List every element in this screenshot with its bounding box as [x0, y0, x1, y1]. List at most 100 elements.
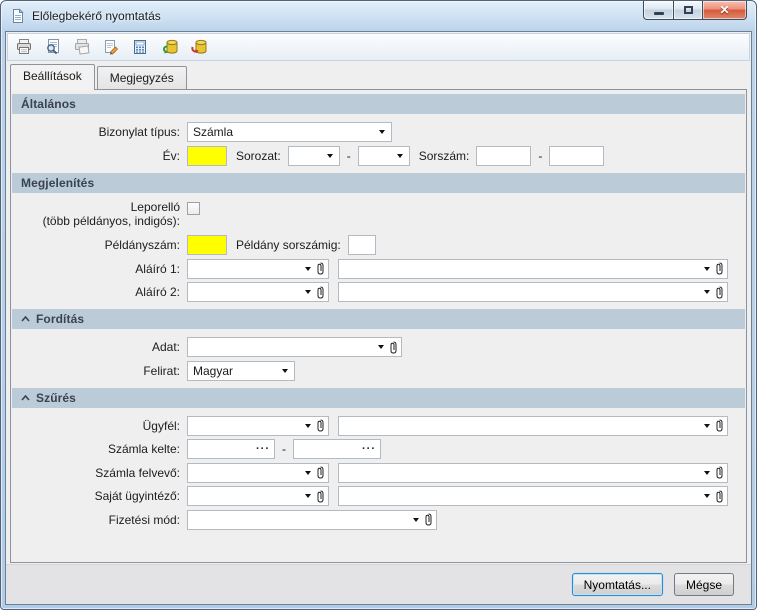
payment-method-select[interactable] [187, 509, 437, 530]
signer1-label: Aláíró 1: [135, 261, 180, 276]
customer-name-select[interactable] [338, 415, 728, 436]
toolbar [7, 33, 750, 61]
caption-label: Felirat: [143, 363, 180, 378]
leporello-row: Leporelló (több példányos, indigós): [11, 200, 738, 233]
paperclip-icon[interactable] [424, 513, 433, 526]
section-title-translation: Fordítás [36, 312, 85, 326]
paperclip-icon[interactable] [715, 419, 724, 432]
print-button[interactable]: Nyomtatás... [571, 573, 663, 596]
invoice-clerk-name-select[interactable] [338, 462, 728, 483]
copies-row: Példányszám: Példány sorszámig: [11, 234, 738, 256]
paperclip-icon[interactable] [316, 286, 325, 299]
section-title-display: Megjelenítés [21, 175, 95, 190]
signer2-code-select[interactable] [187, 282, 329, 302]
document-icon [13, 8, 24, 23]
chevron-down-icon [704, 494, 710, 498]
invoice-clerk-code-select[interactable] [187, 462, 329, 483]
series-from-select[interactable] [287, 145, 340, 166]
chevron-down-icon [305, 423, 311, 428]
copies-input[interactable] [187, 235, 227, 255]
cancel-button[interactable]: Mégse [673, 573, 734, 596]
customer-row: Ügyfél: [11, 415, 738, 437]
close-icon: ✕ [719, 3, 730, 17]
date-picker-button[interactable]: ··· [256, 444, 270, 455]
section-header-display: Megjelenítés [12, 172, 745, 193]
paperclip-icon[interactable] [316, 262, 325, 275]
paperclip-icon[interactable] [316, 490, 325, 503]
paperclip-icon[interactable] [715, 262, 724, 275]
chevron-down-icon [305, 494, 311, 498]
chevron-down-icon [704, 470, 710, 475]
invoice-date-from-input[interactable]: ··· [187, 439, 275, 459]
paperclip-icon[interactable] [715, 490, 724, 503]
database-export-toolbar-button[interactable] [187, 36, 209, 58]
document-type-select[interactable]: Számla [187, 122, 392, 142]
serial-range-separator: - [538, 148, 543, 163]
chevron-down-icon [305, 266, 311, 271]
document-type-value: Számla [193, 125, 234, 139]
document-type-row: Bizonylat típus: Számla [11, 121, 738, 143]
window-controls: ✕ [643, 1, 747, 20]
window-title: Előlegbekérő nyomtatás [32, 9, 161, 23]
chevron-down-icon [378, 345, 384, 349]
chevron-down-icon [704, 290, 710, 294]
chevron-down-icon [413, 517, 419, 522]
series-label: Sorozat: [236, 148, 281, 163]
signer1-code-select[interactable] [187, 258, 329, 279]
restore-button[interactable] [673, 1, 702, 20]
series-to-select[interactable] [357, 145, 410, 166]
invoice-clerk-label: Számla felvevő: [95, 465, 180, 480]
paperclip-icon[interactable] [316, 466, 325, 479]
tab-settings[interactable]: Beállítások [10, 64, 95, 90]
document-type-label: Bizonylat típus: [98, 125, 180, 139]
print-setup-toolbar-button[interactable] [71, 36, 93, 58]
customer-code-select[interactable] [187, 415, 329, 436]
paperclip-icon[interactable] [715, 466, 724, 479]
invoice-date-to-input[interactable]: ··· [293, 439, 381, 459]
chevron-up-icon[interactable] [21, 316, 30, 322]
signer2-name-select[interactable] [338, 282, 728, 302]
minimize-button[interactable] [643, 1, 673, 20]
database-import-toolbar-button[interactable] [158, 36, 180, 58]
section-title-filter: Szűrés [36, 390, 76, 405]
invoice-date-label: Számla kelte: [107, 442, 180, 456]
print-preview-icon [47, 39, 59, 55]
serial-to-input[interactable] [549, 145, 605, 166]
year-series-serial-row: Év: Sorozat: - Sorszám: - [11, 145, 738, 167]
own-clerk-name-select[interactable] [338, 486, 728, 506]
paperclip-icon[interactable] [389, 341, 398, 354]
paperclip-icon[interactable] [316, 419, 325, 432]
translation-data-label: Adat: [151, 340, 180, 354]
client-area: Beállítások Megjegyzés Általános Bizonyl… [5, 31, 752, 605]
edit-icon [105, 40, 119, 55]
serial-from-input[interactable] [476, 145, 532, 166]
database-export-icon [190, 39, 206, 54]
footer-button-bar: Nyomtatás... Mégse [6, 564, 751, 604]
leporello-checkbox[interactable] [187, 201, 200, 215]
leporello-label: Leporelló (több példányos, indigós): [11, 200, 180, 228]
caption-language-value: Magyar [193, 363, 234, 378]
chevron-up-icon[interactable] [21, 394, 30, 401]
date-range-separator: - [282, 442, 286, 456]
date-picker-button[interactable]: ··· [362, 444, 376, 455]
tab-notes[interactable]: Megjegyzés [96, 66, 187, 89]
caption-language-select[interactable]: Magyar [187, 360, 295, 381]
print-toolbar-button[interactable] [13, 36, 35, 58]
copy-serial-input[interactable] [347, 235, 376, 255]
year-input[interactable] [187, 145, 227, 166]
payment-method-label: Fizetési mód: [108, 512, 180, 527]
chevron-down-icon [305, 290, 311, 294]
invoice-clerk-row: Számla felvevő: [11, 462, 738, 484]
edit-toolbar-button[interactable] [100, 36, 122, 58]
own-clerk-code-select[interactable] [187, 486, 329, 506]
paperclip-icon[interactable] [715, 286, 724, 299]
section-title-general: Általános [21, 97, 76, 111]
print-preview-toolbar-button[interactable] [42, 36, 64, 58]
database-import-icon [162, 39, 177, 54]
signer1-name-select[interactable] [338, 258, 728, 279]
leporello-label-line1: Leporelló [130, 199, 180, 214]
close-button[interactable]: ✕ [702, 1, 747, 20]
translation-data-select[interactable] [187, 337, 402, 357]
calculator-toolbar-button[interactable] [129, 36, 151, 58]
signer1-row: Aláíró 1: [11, 258, 738, 280]
